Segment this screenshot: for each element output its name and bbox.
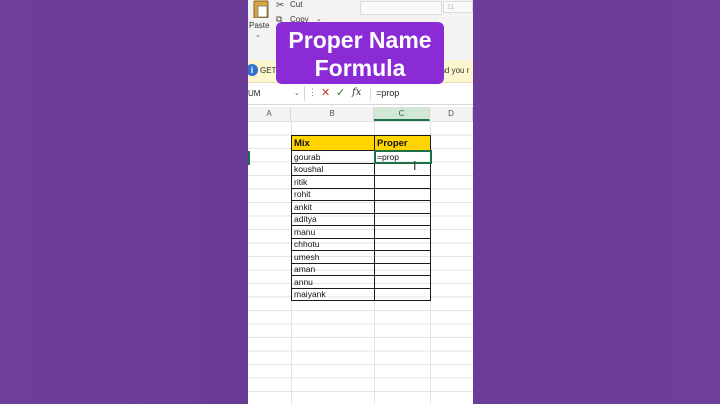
cell-mix[interactable]: chhotu xyxy=(291,237,375,251)
chevron-down-icon[interactable]: ⌄ xyxy=(255,31,261,39)
cell-mix[interactable]: ankit xyxy=(291,200,375,214)
formula-bar-divider xyxy=(370,87,371,101)
cell-proper[interactable] xyxy=(374,262,431,276)
table-row: annu xyxy=(291,275,431,289)
cell-mix[interactable]: umesh xyxy=(291,250,375,264)
table-row: koushal xyxy=(291,162,431,176)
paste-icon[interactable] xyxy=(251,0,271,18)
table-row: ankit xyxy=(291,200,431,214)
confirm-icon[interactable]: ✓ xyxy=(336,86,345,99)
cell-mix[interactable]: ritik xyxy=(291,175,375,189)
table-header-row: Mix Proper xyxy=(291,135,431,151)
paste-button-label[interactable]: Paste xyxy=(249,21,269,30)
insert-function-icon[interactable]: fx xyxy=(352,87,361,98)
cell-mix[interactable]: rohit xyxy=(291,187,375,201)
cell-proper[interactable] xyxy=(374,275,431,289)
title-line-1: Proper Name xyxy=(288,27,432,53)
column-header-a[interactable]: A xyxy=(248,107,291,121)
header-mix[interactable]: Mix xyxy=(291,135,375,151)
column-header-c[interactable]: C xyxy=(374,107,430,121)
table-row: umesh xyxy=(291,250,431,264)
background-right xyxy=(473,0,720,404)
cell-proper[interactable] xyxy=(374,287,431,301)
column-headers: A B C D xyxy=(248,107,473,122)
table-row: chhotu xyxy=(291,237,431,251)
cut-button-label[interactable]: Cut xyxy=(290,0,302,9)
table-row: aditya xyxy=(291,212,431,226)
cell-proper[interactable] xyxy=(374,175,431,189)
active-row-marker xyxy=(248,151,250,165)
info-icon: i xyxy=(248,64,258,76)
formula-bar: UM ⌄ ⋮ ✕ ✓ fx =prop xyxy=(248,84,473,105)
cell-proper-active[interactable]: =prop xyxy=(373,149,432,164)
cell-mix[interactable]: annu xyxy=(291,275,375,289)
column-header-b[interactable]: B xyxy=(291,107,374,121)
text-cursor-icon: Ⅰ xyxy=(413,159,417,173)
cell-proper[interactable] xyxy=(374,200,431,214)
font-size-dropdown[interactable]: 11 xyxy=(443,1,473,13)
table-row: rohit xyxy=(291,187,431,201)
table-row: manu xyxy=(291,225,431,239)
cell-mix[interactable]: gourab xyxy=(291,150,375,164)
formula-input[interactable]: =prop xyxy=(376,88,399,98)
column-header-d[interactable]: D xyxy=(430,107,473,121)
header-proper[interactable]: Proper xyxy=(374,135,431,151)
align-icon[interactable] xyxy=(444,22,458,34)
cell-proper[interactable] xyxy=(374,225,431,239)
data-table: Mix Proper gourab =prop koushal ritik ro… xyxy=(291,135,432,301)
cell-proper[interactable] xyxy=(374,187,431,201)
cell-proper[interactable] xyxy=(374,212,431,226)
title-line-2: Formula xyxy=(314,55,406,81)
scissors-icon[interactable]: ✂ xyxy=(276,0,284,11)
table-row: aman xyxy=(291,262,431,276)
cell-mix[interactable]: aman xyxy=(291,262,375,276)
title-overlay: Proper Name Formula xyxy=(276,22,444,84)
cell-mix[interactable]: maiyank xyxy=(291,287,375,301)
chevron-down-icon[interactable]: ⌄ xyxy=(294,86,300,101)
background-left xyxy=(0,0,248,404)
cancel-icon[interactable]: ✕ xyxy=(321,86,330,99)
table-row: maiyank xyxy=(291,287,431,301)
cell-mix[interactable]: koushal xyxy=(291,162,375,176)
font-name-dropdown[interactable] xyxy=(360,1,442,15)
table-row: gourab =prop xyxy=(291,149,432,164)
cell-proper[interactable] xyxy=(374,162,431,176)
cell-mix[interactable]: manu xyxy=(291,225,375,239)
table-row: ritik xyxy=(291,175,431,189)
cell-proper[interactable] xyxy=(374,237,431,251)
cell-mix[interactable]: aditya xyxy=(291,212,375,226)
cell-proper[interactable] xyxy=(374,250,431,264)
more-options-icon[interactable]: ⋮ xyxy=(308,87,317,98)
